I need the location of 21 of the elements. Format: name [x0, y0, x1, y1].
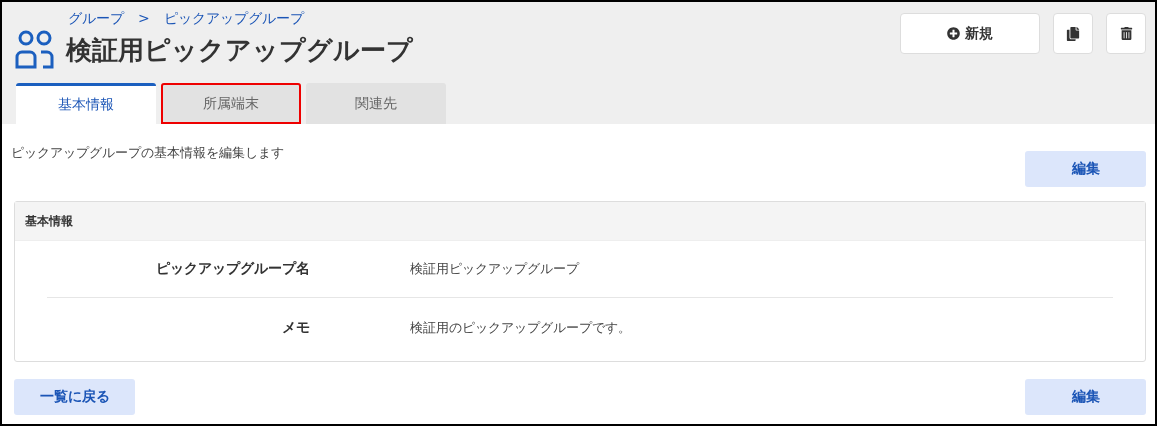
breadcrumb-separator: >: [138, 10, 150, 28]
breadcrumb-link[interactable]: ピックアップグループ: [163, 10, 304, 28]
back-button[interactable]: 一覧に戻る: [14, 379, 135, 415]
field-label: ピックアップグループ名: [155, 260, 310, 278]
trash-icon: [1119, 27, 1133, 40]
tab[interactable]: 所属端末: [161, 83, 301, 124]
page-title: 検証用ピックアップグループ: [66, 33, 413, 67]
tab[interactable]: 基本情報: [16, 83, 156, 124]
edit-button[interactable]: 編集: [1025, 151, 1146, 187]
new-button[interactable]: 新規: [900, 13, 1040, 54]
field-value: 検証用ピックアップグループ: [410, 260, 581, 278]
edit-button[interactable]: 編集: [1025, 379, 1146, 415]
tab[interactable]: 関連先: [306, 83, 446, 124]
breadcrumb-link[interactable]: グループ: [68, 10, 124, 28]
delete-button[interactable]: [1106, 13, 1146, 54]
panel-title: 基本情報: [25, 212, 73, 230]
field-label: メモ: [281, 319, 310, 337]
description-text: ピックアップグループの基本情報を編集します: [11, 144, 284, 162]
copy-button[interactable]: [1053, 13, 1093, 54]
copy-icon: [1066, 26, 1080, 41]
field-value: 検証用のピックアップグループです。: [410, 319, 632, 337]
